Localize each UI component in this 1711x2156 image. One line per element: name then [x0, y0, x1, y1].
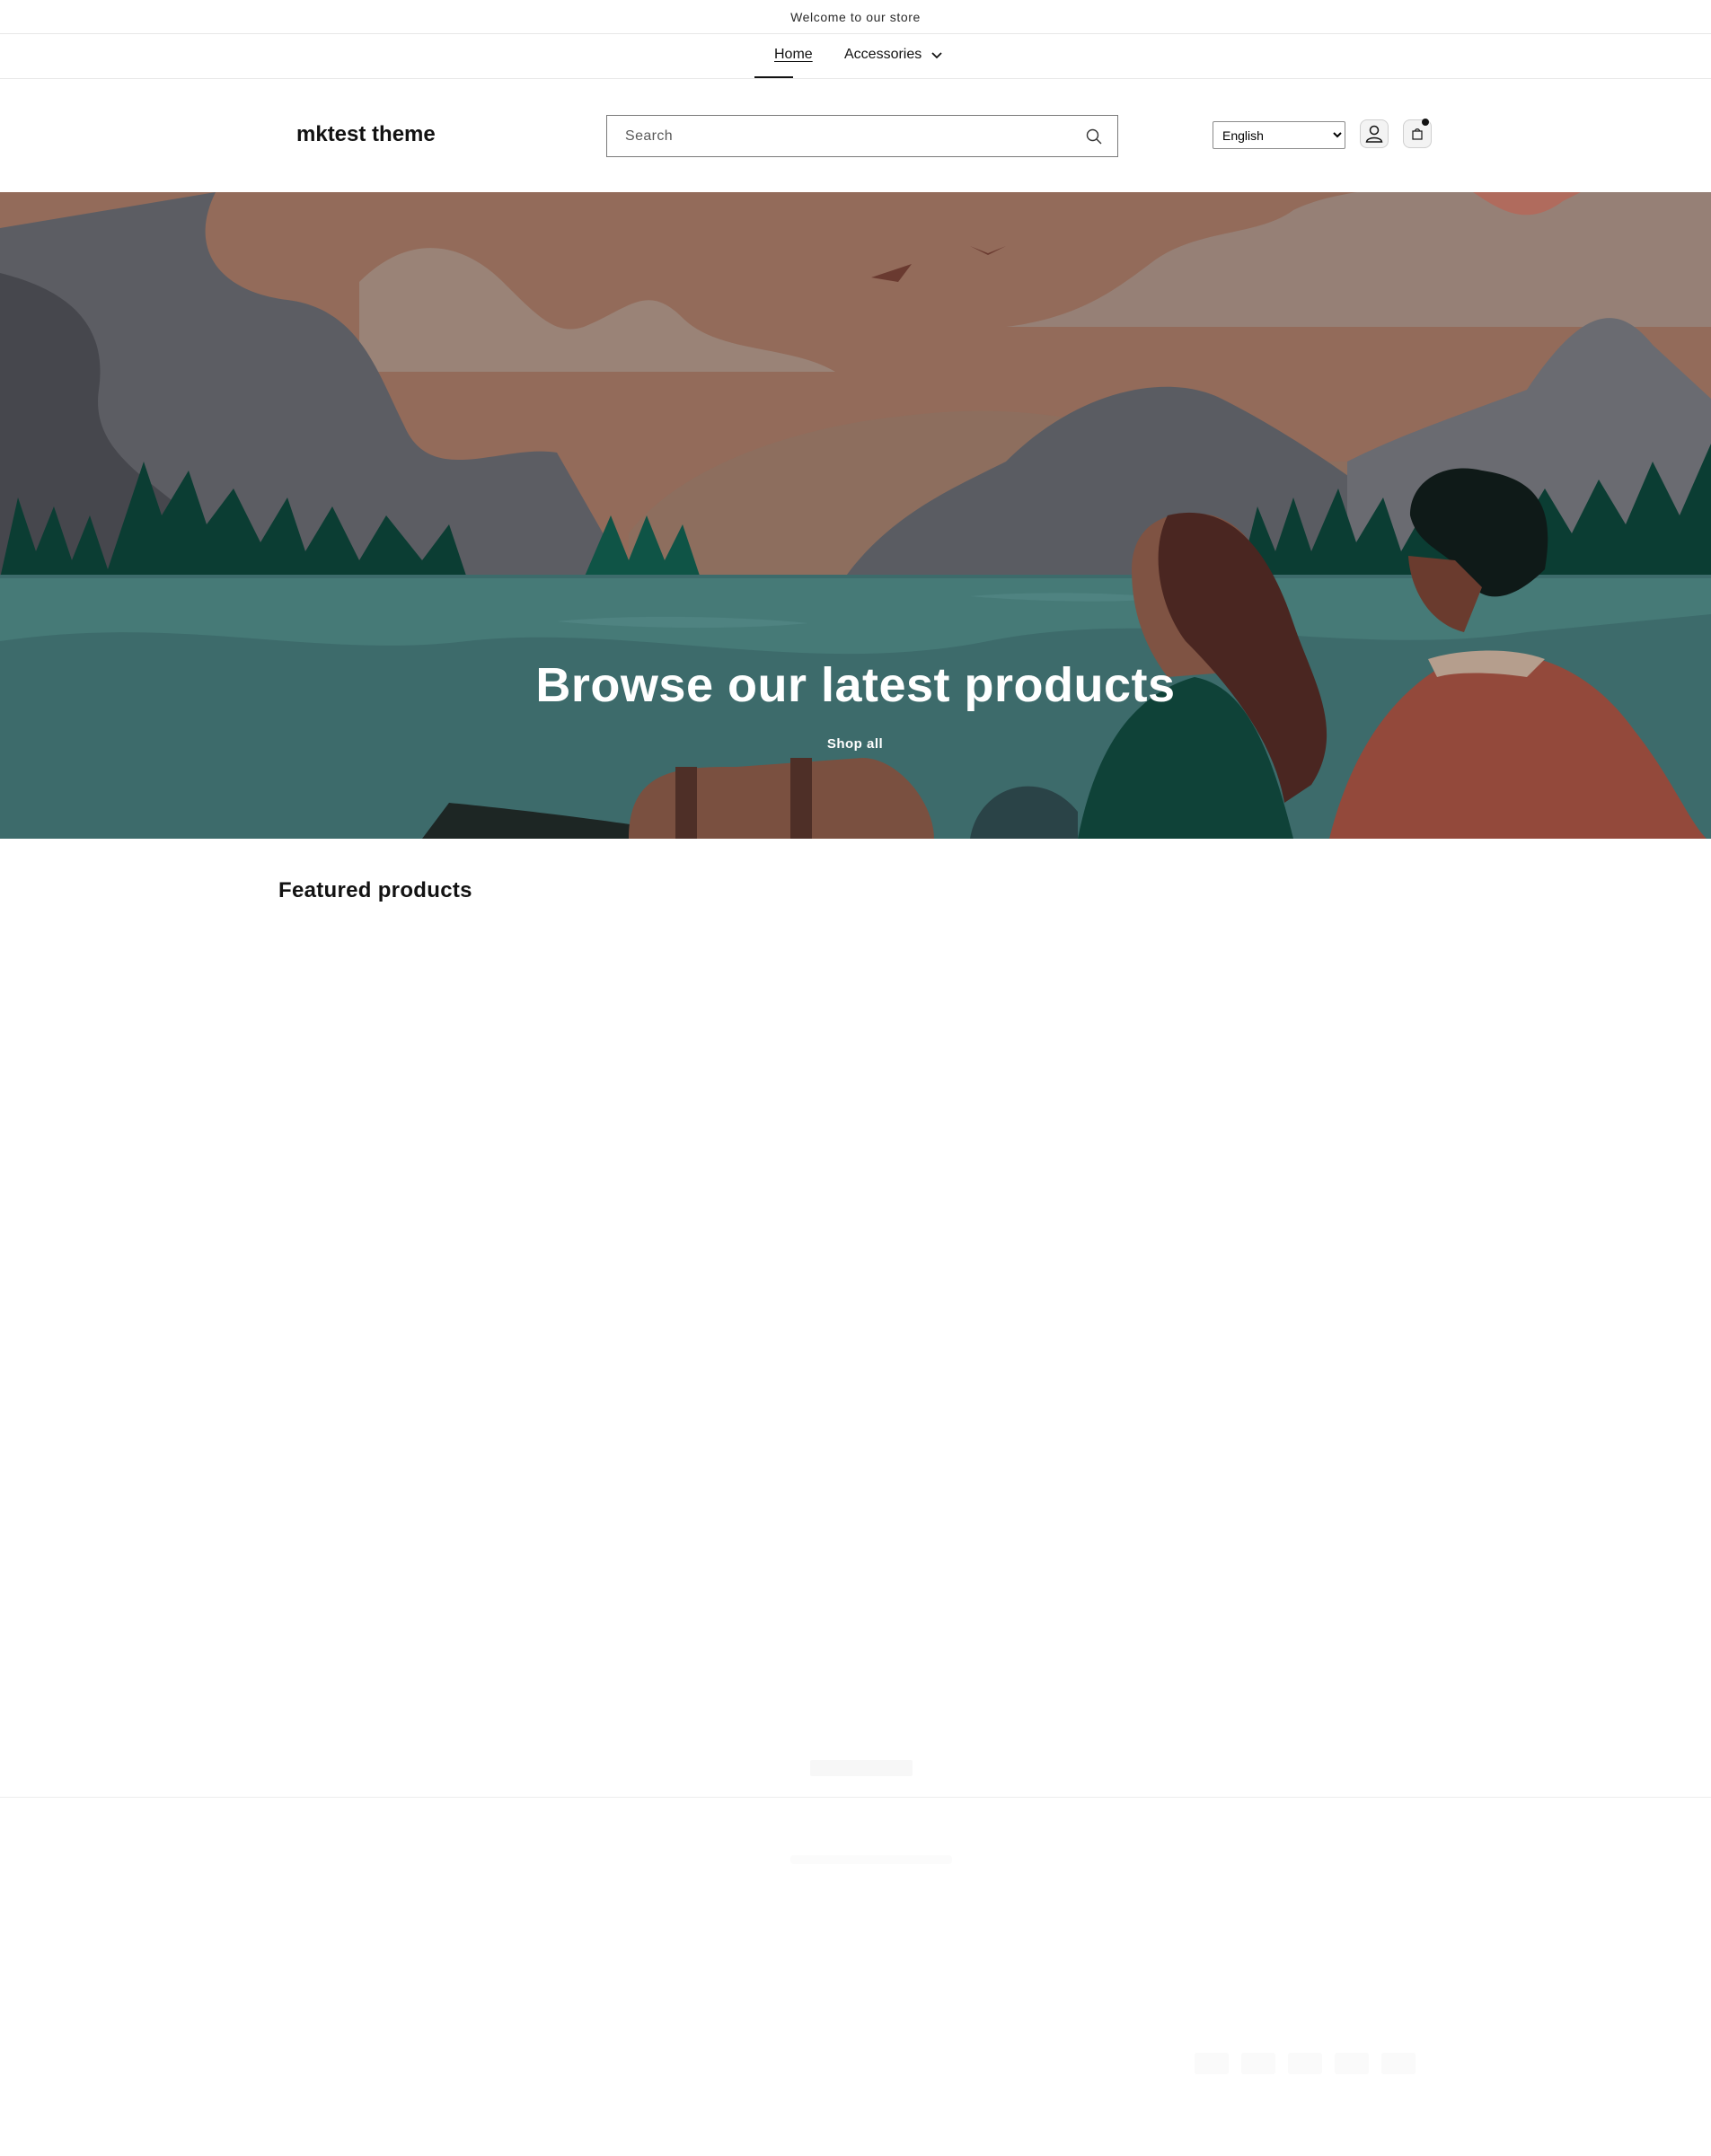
- site-header: mktest theme English: [0, 79, 1711, 192]
- nav-item-home[interactable]: Home: [774, 47, 813, 63]
- language-select[interactable]: English: [1213, 121, 1345, 149]
- bag-icon: [1412, 128, 1423, 140]
- payment-icon: [1288, 2053, 1322, 2074]
- account-button[interactable]: [1360, 119, 1389, 148]
- search-icon[interactable]: [1085, 128, 1103, 145]
- nav-active-indicator: [754, 76, 793, 78]
- view-all-placeholder: [810, 1760, 913, 1776]
- user-icon: [1365, 125, 1383, 143]
- payment-icon: [1335, 2053, 1369, 2074]
- footer-placeholder: [790, 1855, 952, 1864]
- cart-count-badge: [1422, 119, 1429, 126]
- main-nav: Home Accessories: [0, 34, 1711, 79]
- announcement-bar: Welcome to our store: [0, 0, 1711, 34]
- search-input[interactable]: [625, 128, 1056, 145]
- chevron-down-icon[interactable]: [929, 48, 945, 64]
- shop-all-button[interactable]: Shop all: [810, 731, 900, 758]
- announcement-text: Welcome to our store: [790, 9, 921, 24]
- featured-products-heading: Featured products: [278, 878, 472, 902]
- payment-icon: [1381, 2053, 1416, 2074]
- payment-icon: [1241, 2053, 1275, 2074]
- payment-icon: [1195, 2053, 1229, 2074]
- footer-divider: [0, 1797, 1711, 1798]
- search-box[interactable]: [606, 115, 1118, 157]
- nav-item-accessories[interactable]: Accessories: [844, 47, 922, 63]
- hero-banner: Browse our latest products Shop all: [0, 192, 1711, 839]
- hero-title: Browse our latest products: [535, 658, 1176, 712]
- payment-icons: [1195, 2053, 1416, 2074]
- store-logo[interactable]: mktest theme: [296, 122, 436, 147]
